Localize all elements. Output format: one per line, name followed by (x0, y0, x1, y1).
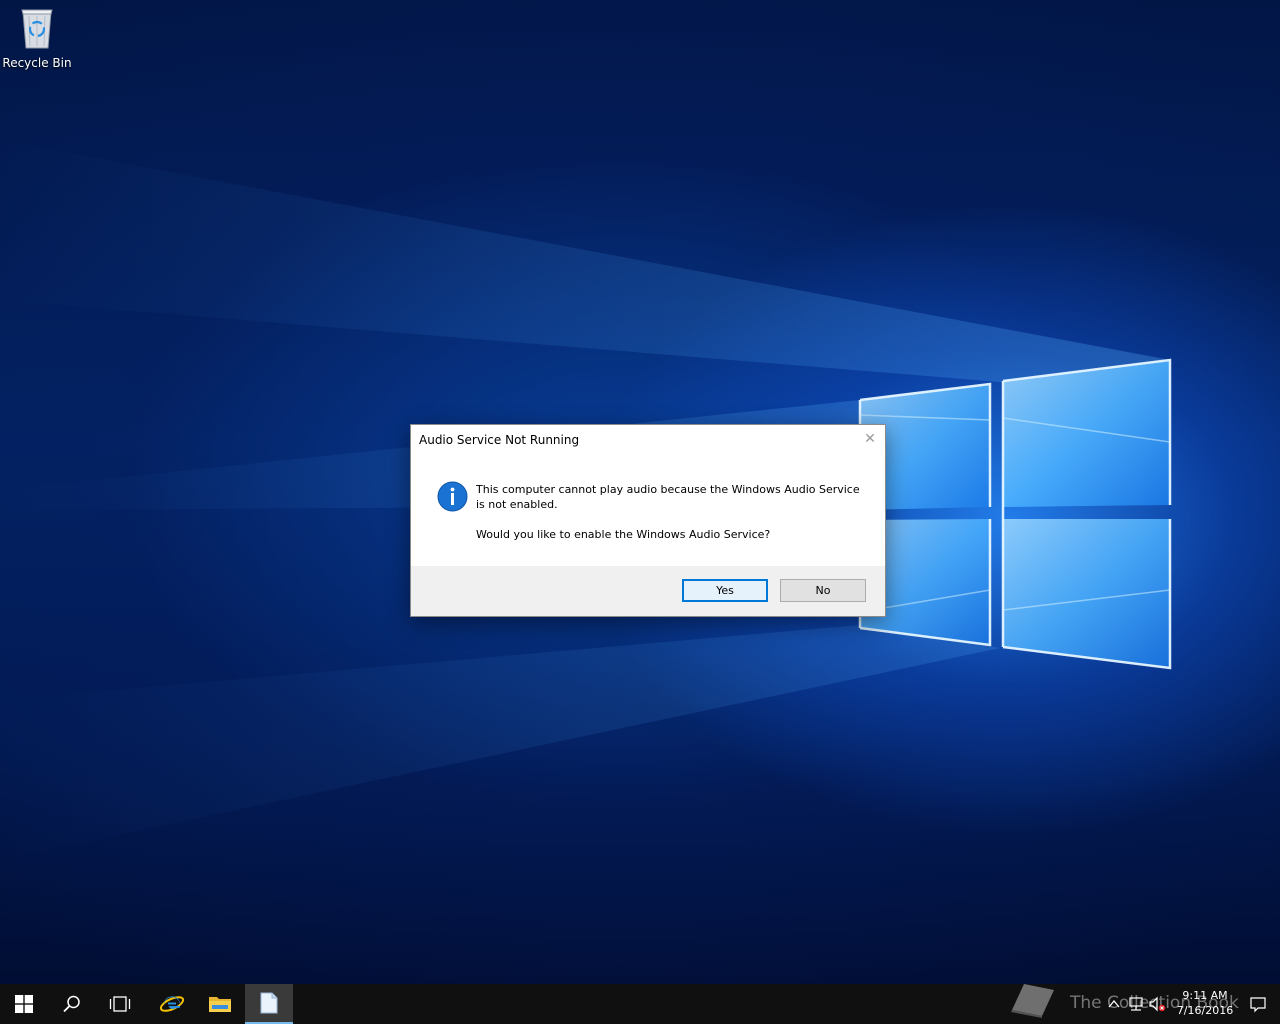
clock-time: 9:11 AM (1182, 989, 1228, 1002)
windows-logo-icon (15, 995, 33, 1013)
system-tray: 9:11 AM 7/16/2016 (1020, 984, 1280, 1024)
no-button[interactable]: No (780, 579, 866, 602)
clock[interactable]: 9:11 AM 7/16/2016 (1170, 988, 1240, 1018)
dialog-footer: Yes No (411, 566, 885, 616)
document-taskbar-button[interactable] (245, 984, 293, 1024)
taskbar: The Collection Book 9:11 AM 7/16/2016 (0, 984, 1280, 1024)
recycle-bin-icon (17, 6, 57, 50)
start-button[interactable] (0, 984, 48, 1024)
yes-button[interactable]: Yes (682, 579, 768, 602)
dialog-title: Audio Service Not Running (419, 433, 580, 447)
dialog-question: Would you like to enable the Windows Aud… (476, 528, 771, 541)
search-button[interactable] (48, 984, 96, 1024)
desktop-icon-recycle-bin[interactable]: Recycle Bin (2, 6, 72, 76)
dialog-message: This computer cannot play audio because … (476, 483, 860, 511)
internet-explorer-icon (159, 996, 185, 1012)
chevron-up-icon[interactable] (1105, 995, 1123, 1013)
network-icon[interactable] (1127, 995, 1145, 1013)
info-icon (437, 481, 468, 512)
audio-service-dialog: Audio Service Not Running ✕ This compute… (410, 424, 886, 617)
search-icon (63, 995, 80, 1013)
document-icon (260, 992, 278, 1014)
dialog-titlebar[interactable]: Audio Service Not Running ✕ (411, 425, 885, 455)
clock-date: 7/16/2016 (1176, 1004, 1234, 1017)
file-explorer-button[interactable] (196, 984, 244, 1024)
task-view-button[interactable] (96, 984, 144, 1024)
internet-explorer-button[interactable] (148, 984, 196, 1024)
close-icon[interactable]: ✕ (861, 431, 879, 449)
task-view-icon (109, 996, 131, 1012)
speaker-muted-icon[interactable] (1148, 995, 1166, 1013)
desktop-icon-label: Recycle Bin (2, 56, 72, 70)
notification-icon[interactable] (1249, 995, 1267, 1013)
folder-icon (209, 997, 231, 1012)
